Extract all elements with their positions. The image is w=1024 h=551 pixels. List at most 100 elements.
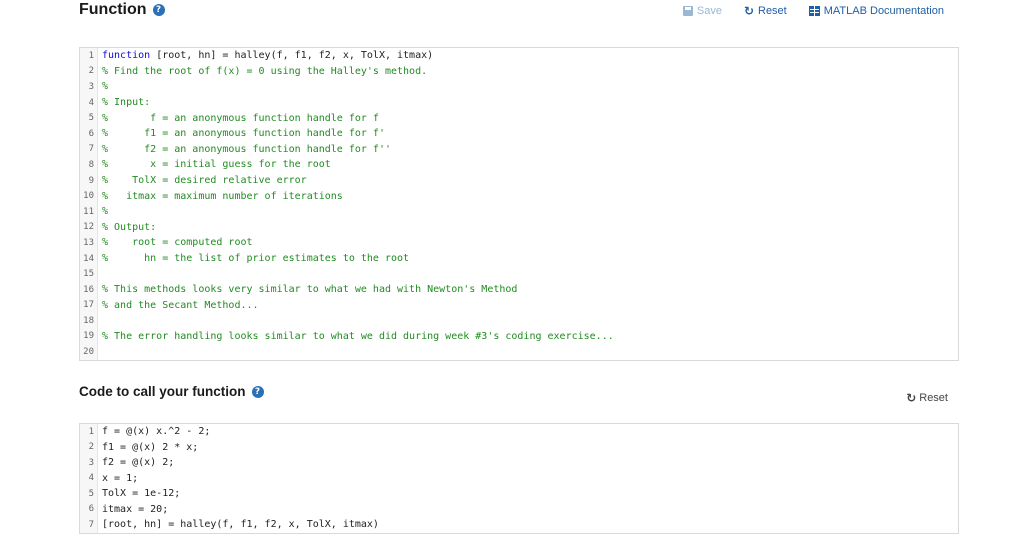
reset-label: Reset — [758, 5, 787, 17]
line-number: 7 — [80, 141, 98, 158]
reset-button[interactable]: ↻ Reset — [744, 4, 787, 18]
line-number: 17 — [80, 297, 98, 314]
code-comment: % f1 = an anonymous function handle for … — [102, 128, 385, 140]
code-line[interactable]: 2 % Find the root of f(x) = 0 using the H… — [80, 63, 958, 80]
code-comment: % hn = the list of prior estimates to th… — [102, 253, 410, 265]
line-number: 5 — [80, 486, 98, 502]
documentation-label: MATLAB Documentation — [823, 5, 944, 17]
code-line[interactable]: 10 % itmax = maximum number of iterations — [80, 188, 958, 204]
function-toolbar: Save ↻ Reset MATLAB Documentation — [682, 4, 944, 18]
code-comment: % Input: — [102, 97, 151, 109]
reset-icon: ↻ — [743, 4, 754, 18]
code-text: [root, hn] = halley(f, f1, f2, x, TolX, … — [102, 519, 379, 531]
line-number: 1 — [80, 48, 98, 64]
code-text: f1 = @(x) 2 * x; — [102, 441, 199, 453]
code-line[interactable]: 20 — [80, 344, 958, 360]
function-code-editor[interactable]: 1 function [root, hn] = halley(f, f1, f2,… — [79, 47, 959, 361]
help-icon[interactable]: ? — [251, 385, 264, 398]
save-button[interactable]: Save — [682, 5, 722, 17]
line-number: 15 — [80, 266, 98, 282]
code-line[interactable]: 11% — [80, 203, 958, 220]
line-number: 18 — [80, 313, 98, 329]
line-number: 4 — [80, 470, 98, 486]
code-line[interactable]: 1 f = @(x) x.^2 - 2; — [80, 424, 958, 440]
code-text: itmax = 20; — [102, 503, 169, 515]
code-comment: % — [102, 206, 109, 218]
code-line[interactable]: 15 — [80, 266, 958, 282]
code-comment: % TolX = desired relative error — [102, 175, 307, 187]
line-number: 6 — [80, 125, 98, 142]
line-number: 2 — [80, 439, 98, 455]
call-reset-button[interactable]: ↻ Reset — [906, 391, 948, 405]
code-line[interactable]: 12 % Output: — [80, 219, 958, 236]
code-line[interactable]: 17 % and the Secant Method... — [80, 297, 958, 314]
code-comment: % f2 = an anonymous function handle for … — [102, 143, 391, 155]
code-line[interactable]: 4 % Input: — [80, 94, 958, 111]
call-reset-label: Reset — [919, 392, 948, 404]
line-number: 16 — [80, 281, 98, 298]
code-line[interactable]: 5 TolX = 1e-12; — [80, 486, 958, 502]
code-keyword: function — [102, 50, 151, 62]
code-comment: % and the Secant Method... — [102, 299, 259, 311]
code-line[interactable]: 6 itmax = 20; — [80, 501, 958, 517]
code-comment: % — [102, 81, 109, 93]
save-icon — [682, 6, 693, 16]
code-line[interactable]: 7 [root, hn] = halley(f, f1, f2, x, TolX,… — [80, 517, 958, 533]
code-line[interactable]: 8 % x = initial guess for the root — [80, 157, 958, 173]
grid-icon — [808, 6, 820, 16]
function-section-title: Function ? — [79, 1, 165, 19]
line-number: 12 — [80, 219, 98, 236]
code-line[interactable]: 5 % f = an anonymous function handle for … — [80, 110, 958, 126]
line-number: 3 — [80, 79, 98, 95]
line-number: 19 — [80, 328, 98, 345]
matlab-documentation-link[interactable]: MATLAB Documentation — [808, 5, 944, 17]
code-comment: % The error handling looks similar to wh… — [102, 330, 614, 342]
line-number: 7 — [80, 517, 98, 533]
assessment-page: Function ? Save ↻ Reset MATLAB Documenta… — [0, 0, 1024, 551]
code-line[interactable]: 4 x = 1; — [80, 470, 958, 486]
call-section-title: Code to call your function ? — [79, 384, 264, 399]
line-number: 8 — [80, 157, 98, 173]
code-line[interactable]: 18 — [80, 313, 958, 329]
code-line[interactable]: 9 % TolX = desired relative error — [80, 172, 958, 189]
line-number: 13 — [80, 235, 98, 251]
code-comment: % Find the root of f(x) = 0 using the Ha… — [102, 65, 428, 77]
help-icon[interactable]: ? — [152, 4, 165, 16]
code-comment: % root = computed root — [102, 237, 253, 249]
reset-icon: ↻ — [906, 391, 917, 405]
code-line[interactable]: 3% — [80, 79, 958, 95]
code-text: f = @(x) x.^2 - 2; — [102, 426, 211, 438]
code-comment: % This methods looks very similar to wha… — [102, 284, 518, 296]
code-comment: % x = initial guess for the root — [102, 159, 331, 171]
line-number: 10 — [80, 188, 98, 204]
line-number: 20 — [80, 344, 98, 360]
code-line[interactable]: 3 f2 = @(x) 2; — [80, 455, 958, 471]
code-text: f2 = @(x) 2; — [102, 457, 175, 469]
code-line[interactable]: 2 f1 = @(x) 2 * x; — [80, 439, 958, 455]
line-number: 14 — [80, 250, 98, 267]
code-comment: % itmax = maximum number of iterations — [102, 190, 343, 202]
line-number: 6 — [80, 501, 98, 517]
code-line[interactable]: 1 function [root, hn] = halley(f, f1, f2,… — [80, 48, 958, 64]
code-line[interactable]: 13 % root = computed root — [80, 235, 958, 251]
code-line[interactable]: 7 % f2 = an anonymous function handle for… — [80, 141, 958, 158]
function-title-text: Function — [79, 1, 147, 18]
code-comment: % Output: — [102, 221, 157, 233]
code-comment: % f = an anonymous function handle for f — [102, 112, 379, 124]
code-line[interactable]: 19 % The error handling looks similar to … — [80, 328, 958, 345]
line-number: 11 — [80, 203, 98, 220]
code-text: x = 1; — [102, 472, 139, 484]
code-line[interactable]: 16 % This methods looks very similar to w… — [80, 281, 958, 298]
line-number: 3 — [80, 455, 98, 471]
call-title-text: Code to call your function — [79, 384, 246, 399]
line-number: 4 — [80, 94, 98, 111]
call-code-editor[interactable]: 1 f = @(x) x.^2 - 2; 2 f1 = @(x) 2 * x; 3 f2 … — [79, 423, 959, 534]
code-text: [root, hn] = halley(f, f1, f2, x, TolX, … — [150, 50, 434, 62]
save-label: Save — [696, 5, 722, 17]
line-number: 1 — [80, 424, 98, 440]
line-number: 2 — [80, 63, 98, 80]
code-line[interactable]: 14 % hn = the list of prior estimates to … — [80, 250, 958, 267]
line-number: 9 — [80, 172, 98, 189]
code-line[interactable]: 6 % f1 = an anonymous function handle for… — [80, 125, 958, 142]
line-number: 5 — [80, 110, 98, 126]
